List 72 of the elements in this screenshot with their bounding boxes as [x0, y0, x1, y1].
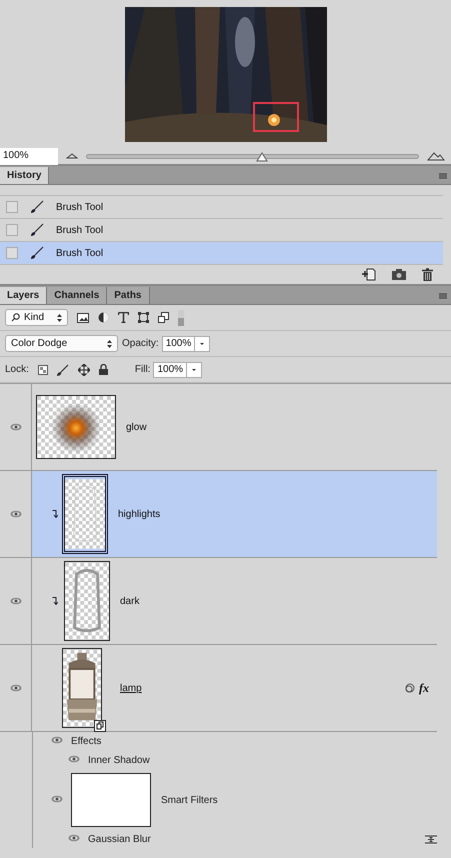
camera-icon[interactable] [392, 269, 406, 280]
move-icon[interactable] [78, 364, 90, 376]
layer-name: dark [120, 596, 140, 606]
smart-filters-label: Smart Filters [161, 794, 218, 806]
blend-mode-select[interactable]: Color Dodge [5, 335, 118, 352]
eye-icon[interactable] [10, 423, 22, 431]
panel-tab[interactable]: Channels [47, 287, 108, 304]
stepper-icon [57, 314, 62, 322]
eye-icon[interactable] [10, 684, 22, 692]
filter-toggle-icon[interactable] [178, 310, 184, 326]
brush-icon [30, 200, 44, 214]
clip-arrow-icon [52, 510, 58, 518]
history-label: Brush Tool [56, 202, 104, 212]
zoom-out-icon[interactable] [66, 153, 78, 159]
smart-object-icon [94, 720, 106, 732]
menu-icon[interactable] [439, 293, 447, 299]
panel-tab[interactable]: Paths [107, 287, 150, 304]
view-area-frame[interactable] [252, 102, 298, 132]
history-row[interactable]: Brush Tool [0, 242, 443, 265]
panel-tab[interactable]: History [0, 167, 50, 184]
clip-arrow-icon [52, 597, 58, 605]
lock-label: Lock: [5, 364, 29, 375]
history-checkbox[interactable] [6, 201, 18, 213]
layer-row[interactable]: lamp fx [0, 645, 437, 732]
adjustment-filter-icon[interactable] [98, 312, 109, 323]
smart-object-filter-icon[interactable] [158, 312, 169, 323]
menu-icon[interactable] [439, 173, 447, 179]
layer-row[interactable]: highlights [0, 471, 437, 558]
stepper-icon [107, 340, 112, 348]
image-filter-icon[interactable] [77, 312, 89, 322]
layer-name: lamp [120, 682, 142, 694]
shape-filter-icon[interactable] [138, 312, 149, 323]
opacity-label: Opacity: [122, 338, 159, 349]
smart-filter-badge-icon [405, 683, 415, 693]
new-document-icon[interactable] [362, 268, 376, 281]
effect-label: Gaussian Blur [88, 834, 151, 844]
brush-icon [30, 246, 44, 260]
slider-thumb[interactable] [256, 152, 268, 162]
effect-label: Inner Shadow [88, 754, 150, 766]
opacity-field[interactable]: 100% [162, 336, 210, 352]
layer-name: glow [126, 422, 147, 432]
history-label: Brush Tool [56, 248, 104, 258]
lock-icon[interactable] [98, 364, 108, 375]
history-label: Brush Tool [56, 224, 104, 236]
eye-icon[interactable] [10, 510, 22, 518]
fill-field[interactable]: 100% [153, 362, 202, 378]
effects-label: Effects [71, 736, 102, 746]
brush-icon [30, 223, 44, 237]
history-checkbox[interactable] [6, 247, 18, 259]
zoom-slider[interactable] [86, 154, 419, 158]
layer-row[interactable]: glow [0, 384, 437, 471]
fill-label: Fill: [134, 364, 150, 375]
zoom-in-icon[interactable] [427, 152, 445, 160]
type-filter-icon[interactable] [118, 312, 129, 323]
eye-icon[interactable] [68, 755, 80, 763]
lock-transparency-icon[interactable] [38, 364, 48, 374]
search-icon [11, 313, 20, 322]
history-checkbox[interactable] [6, 224, 18, 236]
panel-tab[interactable]: Layers [0, 287, 48, 304]
filter-options-icon[interactable] [425, 834, 437, 844]
filter-select[interactable]: Kind [5, 309, 68, 326]
eye-icon[interactable] [51, 736, 63, 744]
effects-badge[interactable]: fx [419, 680, 429, 696]
filter-mask-thumbnail[interactable] [71, 773, 151, 827]
brush-icon[interactable] [56, 364, 69, 376]
eye-icon[interactable] [68, 834, 80, 842]
layer-row[interactable]: dark [0, 558, 437, 645]
trash-icon[interactable] [422, 268, 433, 281]
layer-name: highlights [118, 508, 160, 520]
eye-icon[interactable] [51, 795, 63, 803]
zoom-field[interactable]: 100% [0, 148, 58, 164]
eye-icon[interactable] [10, 597, 22, 605]
